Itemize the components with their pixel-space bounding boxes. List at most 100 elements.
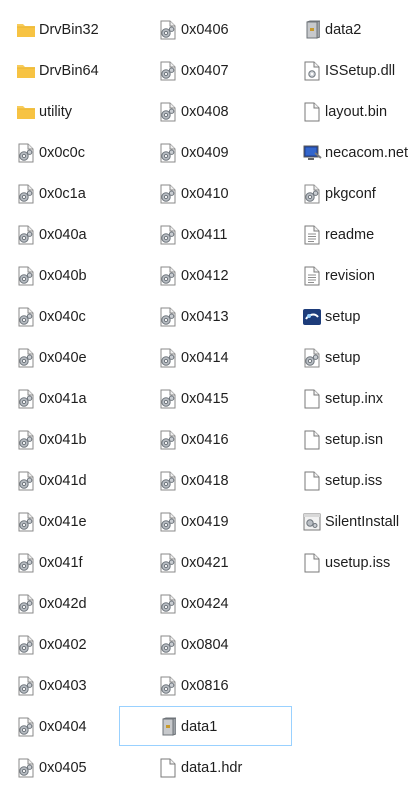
- file-item-0x0419[interactable]: 0x0419: [158, 501, 286, 542]
- settings-file-icon: [16, 553, 36, 573]
- file-item-0x041f[interactable]: 0x041f: [16, 542, 144, 583]
- settings-file-icon: [16, 758, 36, 778]
- settings-file-icon: [158, 348, 178, 368]
- network-app-icon: [302, 143, 322, 163]
- file-list-pane: DrvBin32 DrvBin64 utility 0x0c0c 0x0c1a 0x040…: [0, 0, 418, 801]
- text-file-icon: [302, 225, 322, 245]
- file-item-0x0c1a[interactable]: 0x0c1a: [16, 173, 144, 214]
- file-name-label: 0x0421: [181, 554, 229, 571]
- settings-file-icon: [158, 512, 178, 532]
- cabinet-file-icon: [302, 19, 322, 40]
- settings-file-icon: [16, 307, 36, 327]
- file-item-drvbin64[interactable]: DrvBin64: [16, 50, 144, 91]
- blank-file-icon: [158, 758, 178, 778]
- dll-file-icon: [302, 61, 322, 81]
- file-item-data1-hdr[interactable]: data1.hdr: [158, 747, 286, 788]
- file-name-label: 0x0406: [181, 21, 229, 38]
- blank-file-icon: [302, 389, 322, 409]
- file-item-0x0406[interactable]: 0x0406: [158, 9, 286, 50]
- file-item-0x0411[interactable]: 0x0411: [158, 214, 286, 255]
- file-name-label: 0x041a: [39, 390, 87, 407]
- file-item-issetup-dll[interactable]: ISSetup.dll: [302, 50, 418, 91]
- file-item-revision[interactable]: revision: [302, 255, 418, 296]
- file-name-label: pkgconf: [325, 185, 376, 202]
- file-item-0x0c0c[interactable]: 0x0c0c: [16, 132, 144, 173]
- file-name-label: 0x0419: [181, 513, 229, 530]
- file-item-setup-isn[interactable]: setup.isn: [302, 419, 418, 460]
- settings-file-icon: [16, 512, 36, 532]
- file-name-label: 0x0412: [181, 267, 229, 284]
- file-item-0x041e[interactable]: 0x041e: [16, 501, 144, 542]
- settings-file-icon: [158, 553, 178, 573]
- file-item-setup-iss[interactable]: setup.iss: [302, 460, 418, 501]
- file-item-drvbin32[interactable]: DrvBin32: [16, 9, 144, 50]
- settings-file-icon: [158, 430, 178, 450]
- file-item-0x0409[interactable]: 0x0409: [158, 132, 286, 173]
- file-item-0x0407[interactable]: 0x0407: [158, 50, 286, 91]
- file-item-0x041b[interactable]: 0x041b: [16, 419, 144, 460]
- file-name-label: DrvBin64: [39, 62, 99, 79]
- file-name-label: 0x0816: [181, 677, 229, 694]
- file-name-label: 0x0408: [181, 103, 229, 120]
- settings-file-icon: [158, 635, 178, 655]
- file-item-0x0405[interactable]: 0x0405: [16, 747, 144, 788]
- file-item-0x0816[interactable]: 0x0816: [158, 665, 286, 706]
- file-item-0x0412[interactable]: 0x0412: [158, 255, 286, 296]
- file-name-label: 0x041f: [39, 554, 83, 571]
- file-name-label: data2: [325, 21, 362, 38]
- file-item-0x0415[interactable]: 0x0415: [158, 378, 286, 419]
- file-item-setup[interactable]: setup: [302, 296, 418, 337]
- setup-app-icon: [302, 307, 322, 327]
- file-item-0x040e[interactable]: 0x040e: [16, 337, 144, 378]
- file-item-0x042d[interactable]: 0x042d: [16, 583, 144, 624]
- file-name-label: 0x040a: [39, 226, 87, 243]
- file-item-0x040a[interactable]: 0x040a: [16, 214, 144, 255]
- file-item-pkgconf[interactable]: pkgconf: [302, 173, 418, 214]
- file-name-label: DrvBin32: [39, 21, 99, 38]
- settings-file-icon: [16, 676, 36, 696]
- file-item-0x040b[interactable]: 0x040b: [16, 255, 144, 296]
- file-item-0x041a[interactable]: 0x041a: [16, 378, 144, 419]
- file-item-0x0421[interactable]: 0x0421: [158, 542, 286, 583]
- file-item-0x0804[interactable]: 0x0804: [158, 624, 286, 665]
- file-name-label: 0x0416: [181, 431, 229, 448]
- file-item-readme[interactable]: readme: [302, 214, 418, 255]
- file-item-necacom-net[interactable]: necacom.net: [302, 132, 418, 173]
- file-item-0x0418[interactable]: 0x0418: [158, 460, 286, 501]
- file-item-data2[interactable]: data2: [302, 9, 418, 50]
- file-item-0x0403[interactable]: 0x0403: [16, 665, 144, 706]
- settings-file-icon: [302, 184, 322, 204]
- file-item-0x0408[interactable]: 0x0408: [158, 91, 286, 132]
- file-item-utility[interactable]: utility: [16, 91, 144, 132]
- file-name-label: 0x0c1a: [39, 185, 86, 202]
- file-item-0x0402[interactable]: 0x0402: [16, 624, 144, 665]
- file-name-label: 0x040c: [39, 308, 86, 325]
- file-item-0x0413[interactable]: 0x0413: [158, 296, 286, 337]
- file-column-1: DrvBin32 DrvBin64 utility 0x0c0c 0x0c1a 0x040…: [16, 9, 144, 788]
- file-name-label: 0x0405: [39, 759, 87, 776]
- file-item-setup[interactable]: setup: [302, 337, 418, 378]
- file-name-label: 0x042d: [39, 595, 87, 612]
- file-name-label: setup.inx: [325, 390, 384, 407]
- settings-file-icon: [158, 471, 178, 491]
- file-item-0x0410[interactable]: 0x0410: [158, 173, 286, 214]
- settings-file-icon: [158, 20, 178, 40]
- file-item-0x0416[interactable]: 0x0416: [158, 419, 286, 460]
- file-item-0x0424[interactable]: 0x0424: [158, 583, 286, 624]
- file-name-label: 0x0407: [181, 62, 229, 79]
- settings-file-icon: [158, 61, 178, 81]
- file-name-label: data1: [181, 718, 218, 735]
- file-name-label: 0x0804: [181, 636, 229, 653]
- file-item-data1[interactable]: data1: [119, 706, 292, 747]
- file-item-silentinstall[interactable]: SilentInstall: [302, 501, 418, 542]
- file-item-0x041d[interactable]: 0x041d: [16, 460, 144, 501]
- file-name-label: 0x0418: [181, 472, 229, 489]
- cabinet-file-icon: [158, 716, 178, 737]
- file-item-setup-inx[interactable]: setup.inx: [302, 378, 418, 419]
- file-item-0x0414[interactable]: 0x0414: [158, 337, 286, 378]
- file-item-0x040c[interactable]: 0x040c: [16, 296, 144, 337]
- file-item-layout-bin[interactable]: layout.bin: [302, 91, 418, 132]
- file-name-label: setup.iss: [325, 472, 383, 489]
- file-name-label: setup: [325, 308, 361, 325]
- file-item-usetup-iss[interactable]: usetup.iss: [302, 542, 418, 583]
